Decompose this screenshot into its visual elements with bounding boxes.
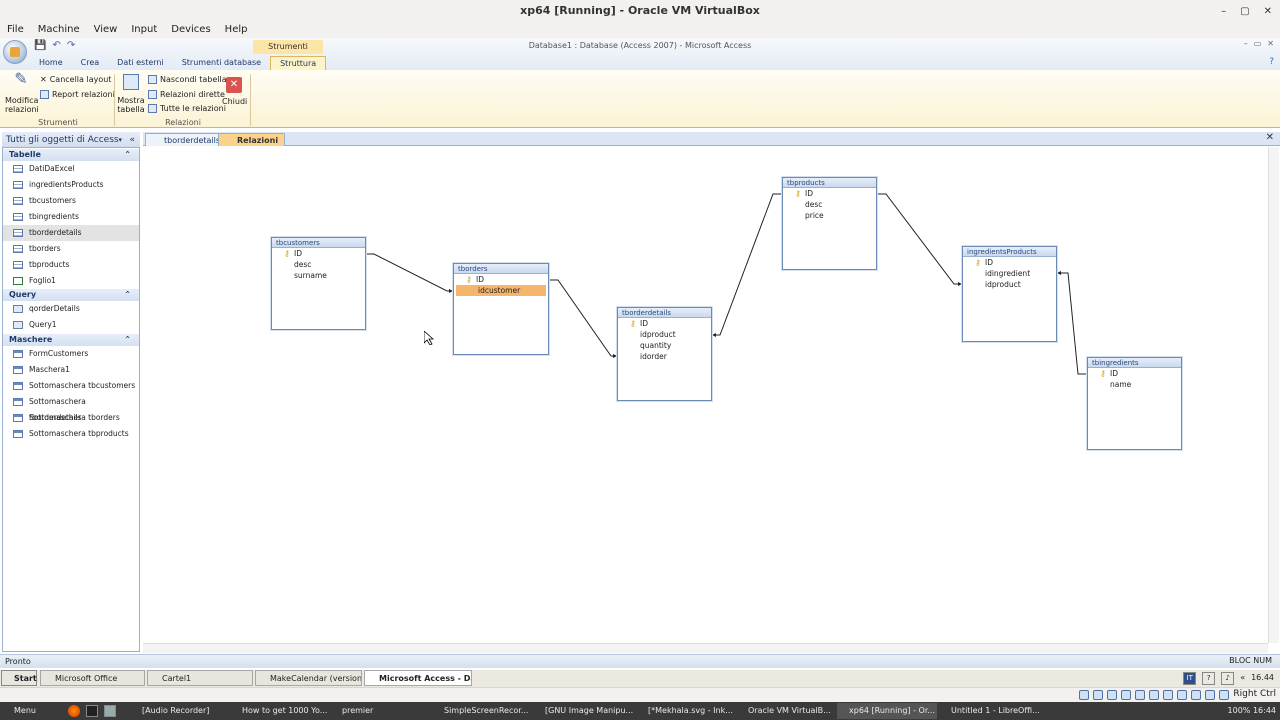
guest-system-tray: IT ? ♪ « 16.44	[1183, 670, 1274, 686]
host-key-label: Right Ctrl	[1233, 689, 1276, 699]
field-idproduct[interactable]: idproduct	[963, 279, 1056, 290]
relationship-line	[712, 193, 782, 336]
field-desc[interactable]: desc	[272, 259, 365, 270]
host-task[interactable]: [GNU Image Manipu...	[533, 703, 633, 719]
host-task[interactable]: How to get 1000 Yo...	[230, 703, 328, 719]
network-icon[interactable]	[1121, 689, 1132, 700]
table-title[interactable]: tbingredients	[1088, 358, 1181, 368]
relationship-line	[877, 193, 962, 285]
table-title[interactable]: ingredientsProducts	[963, 247, 1056, 257]
host-menu-button[interactable]: Menu	[2, 703, 62, 719]
field-desc[interactable]: desc	[783, 199, 876, 210]
relationship-line	[549, 279, 617, 357]
guest-clock: 16.44	[1251, 673, 1274, 682]
relationship-line	[1057, 272, 1087, 375]
field-quantity[interactable]: quantity	[618, 340, 711, 351]
host-clock: 100% 16:44	[1227, 706, 1276, 715]
field-idcustomer[interactable]: idcustomer	[456, 285, 546, 296]
relationship-line	[366, 253, 453, 292]
usb-icon[interactable]	[1135, 689, 1146, 700]
join-arrow	[712, 333, 716, 337]
field-surname[interactable]: surname	[272, 270, 365, 281]
field-id[interactable]: ID	[963, 257, 1056, 268]
mouse-cursor-icon	[424, 331, 434, 345]
keyboard-icon[interactable]	[1219, 689, 1230, 700]
help-icon[interactable]: ?	[1202, 671, 1216, 685]
table-title[interactable]: tbcustomers	[272, 238, 365, 248]
field-id[interactable]: ID	[454, 274, 548, 285]
field-id[interactable]: ID	[272, 248, 365, 259]
table-title[interactable]: tbproducts	[783, 178, 876, 188]
host-task[interactable]: SimpleScreenRecor...	[432, 703, 530, 719]
start-button[interactable]: Start	[1, 670, 37, 686]
host-task[interactable]: [*Mekhala.svg - Ink...	[636, 703, 734, 719]
field-price[interactable]: price	[783, 210, 876, 221]
display-icon[interactable]	[1163, 689, 1174, 700]
table-box-tbcustomers[interactable]: tbcustomers ID desc surname	[271, 237, 366, 330]
host-task[interactable]: Untitled 1 - LibreOffi...	[939, 703, 1039, 719]
terminal-icon[interactable]	[86, 705, 98, 717]
host-task[interactable]: [Audio Recorder]	[130, 703, 228, 719]
field-id[interactable]: ID	[783, 188, 876, 199]
video-capture-icon[interactable]	[1177, 689, 1188, 700]
files-icon[interactable]	[104, 705, 116, 717]
field-idorder[interactable]: idorder	[618, 351, 711, 362]
taskbar-item[interactable]: Microsoft Access - Da...	[364, 670, 472, 686]
audio-icon[interactable]	[1107, 689, 1118, 700]
taskbar-item[interactable]: Cartel1	[147, 670, 253, 686]
field-name[interactable]: name	[1088, 379, 1181, 390]
status-numlock: BLOC NUM	[1229, 656, 1272, 665]
vbox-status-icons: Right Ctrl	[1079, 687, 1276, 702]
hard-disk-icon[interactable]	[1079, 689, 1090, 700]
taskbar-item[interactable]: Microsoft Office	[40, 670, 145, 686]
firefox-icon[interactable]	[68, 705, 80, 717]
taskbar-item[interactable]: MakeCalendar (version 1...	[255, 670, 362, 686]
table-title[interactable]: tborders	[454, 264, 548, 274]
mouse-integration-icon[interactable]	[1205, 689, 1216, 700]
field-idproduct[interactable]: idproduct	[618, 329, 711, 340]
host-task[interactable]: xp64 [Running] - Or...	[837, 703, 937, 719]
table-title[interactable]: tborderdetails	[618, 308, 711, 318]
field-id[interactable]: ID	[1088, 368, 1181, 379]
status-bar: Pronto	[0, 654, 1280, 668]
cpu-icon[interactable]	[1191, 689, 1202, 700]
field-id[interactable]: ID	[618, 318, 711, 329]
table-box-tborderdetails[interactable]: tborderdetails ID idproduct quantity ido…	[617, 307, 712, 401]
table-box-tbproducts[interactable]: tbproducts ID desc price	[782, 177, 877, 270]
shared-folder-icon[interactable]	[1149, 689, 1160, 700]
language-indicator[interactable]: IT	[1183, 671, 1197, 685]
table-box-tborders[interactable]: tborders ID idcustomer	[453, 263, 549, 355]
volume-icon[interactable]: ♪	[1221, 671, 1235, 685]
join-arrow	[1057, 271, 1061, 275]
optical-drive-icon[interactable]	[1093, 689, 1104, 700]
tray-expand-icon[interactable]: «	[1240, 670, 1245, 686]
host-task[interactable]: premier	[330, 703, 428, 719]
table-box-ingredientsproducts[interactable]: ingredientsProducts ID idingredient idpr…	[962, 246, 1057, 342]
table-box-tbingredients[interactable]: tbingredients ID name	[1087, 357, 1182, 450]
host-task[interactable]: Oracle VM VirtualB...	[736, 703, 834, 719]
field-idingredient[interactable]: idingredient	[963, 268, 1056, 279]
